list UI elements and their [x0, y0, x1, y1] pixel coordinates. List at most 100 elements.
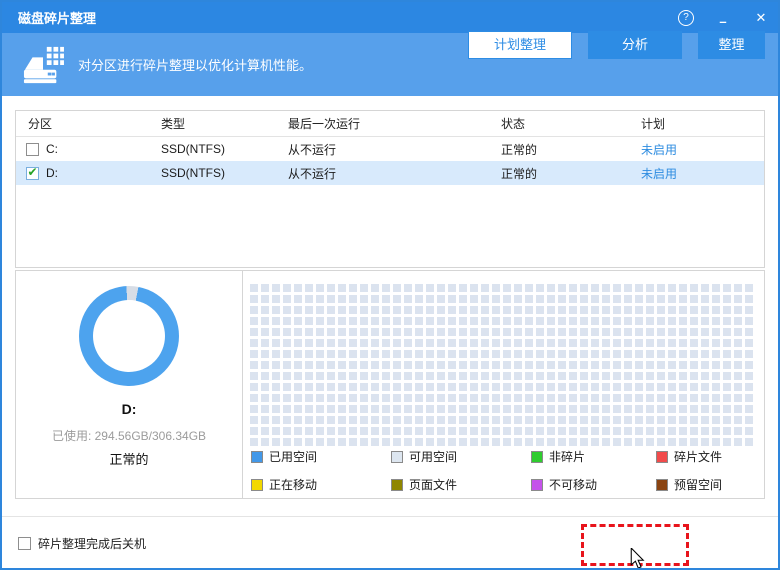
block-cell: [734, 405, 742, 413]
analyze-button[interactable]: 分析: [588, 31, 682, 59]
block-cell: [635, 350, 643, 358]
block-cell: [624, 295, 632, 303]
block-cell: [525, 306, 533, 314]
shutdown-checkbox[interactable]: [18, 537, 31, 550]
block-cell: [624, 284, 632, 292]
shutdown-option[interactable]: 碎片整理完成后关机: [18, 535, 146, 552]
block-cell: [316, 372, 324, 380]
block-cell: [470, 405, 478, 413]
block-cell: [635, 317, 643, 325]
table-row-c[interactable]: C: SSD(NTFS) 从不运行 正常的 未启用: [16, 137, 764, 161]
block-cell: [723, 306, 731, 314]
block-cell: [712, 339, 720, 347]
block-cell: [393, 394, 401, 402]
block-cell: [723, 427, 731, 435]
legend-swatch-moving: [251, 478, 263, 491]
block-cell: [679, 295, 687, 303]
block-cell: [624, 438, 632, 446]
block-cell: [712, 284, 720, 292]
block-cell: [481, 350, 489, 358]
block-cell: [459, 394, 467, 402]
block-cell: [503, 361, 511, 369]
block-cell: [569, 394, 577, 402]
table-header: 分区 类型 最后一次运行 状态 计划: [16, 111, 764, 137]
minimize-icon[interactable]: –: [714, 14, 732, 29]
block-cell: [426, 317, 434, 325]
block-cell: [492, 361, 500, 369]
schedule-value[interactable]: 未启用: [641, 141, 764, 158]
block-cell: [371, 438, 379, 446]
block-cell: [437, 405, 445, 413]
block-cell: [415, 339, 423, 347]
block-cell: [338, 339, 346, 347]
schedule-defrag-button[interactable]: 计划整理: [468, 31, 572, 59]
block-cell: [316, 317, 324, 325]
legend: 已用空间 可用空间 非碎片 碎片文件 正在移动 页面文件 不可移动 预留空间: [251, 448, 756, 493]
block-cell: [701, 394, 709, 402]
block-cell: [734, 284, 742, 292]
block-cell: [679, 328, 687, 336]
block-cell: [701, 383, 709, 391]
block-cell: [745, 394, 753, 402]
block-cell: [668, 416, 676, 424]
block-cell: [580, 317, 588, 325]
block-cell: [514, 328, 522, 336]
block-cell: [404, 405, 412, 413]
block-cell: [415, 361, 423, 369]
schedule-value[interactable]: 未启用: [641, 165, 764, 182]
block-cell: [459, 405, 467, 413]
block-cell: [327, 295, 335, 303]
defrag-button[interactable]: 整理: [698, 31, 765, 59]
block-cell: [393, 284, 401, 292]
block-cell: [338, 284, 346, 292]
block-cell: [569, 295, 577, 303]
block-cell: [382, 383, 390, 391]
block-cell: [481, 339, 489, 347]
block-cell: [360, 328, 368, 336]
block-cell: [338, 416, 346, 424]
block-cell: [569, 405, 577, 413]
block-cell: [481, 317, 489, 325]
block-cell: [558, 438, 566, 446]
block-cell: [723, 284, 731, 292]
block-cell: [250, 383, 258, 391]
block-cell: [283, 295, 291, 303]
block-cell: [371, 284, 379, 292]
block-cell: [404, 306, 412, 314]
table-row-d[interactable]: D: SSD(NTFS) 从不运行 正常的 未启用: [16, 161, 764, 185]
row-c-checkbox[interactable]: [26, 142, 39, 156]
legend-item: 非碎片: [531, 448, 656, 465]
block-cell: [327, 339, 335, 347]
row-d-checkbox[interactable]: [26, 166, 39, 180]
block-cell: [712, 350, 720, 358]
block-cell: [547, 306, 555, 314]
legend-item: 碎片文件: [656, 448, 756, 465]
block-cell: [294, 328, 302, 336]
block-cell: [437, 350, 445, 358]
block-cell: [635, 394, 643, 402]
usage-pane: D: 已使用: 294.56GB/306.34GB 正常的: [16, 271, 243, 498]
block-cell: [514, 372, 522, 380]
block-cell: [459, 317, 467, 325]
block-cell: [272, 328, 280, 336]
block-cell: [349, 405, 357, 413]
block-cell: [591, 405, 599, 413]
block-cell: [712, 295, 720, 303]
block-cell: [470, 339, 478, 347]
block-cell: [646, 394, 654, 402]
block-cell: [283, 383, 291, 391]
block-cell: [558, 350, 566, 358]
block-cell: [690, 306, 698, 314]
block-cell: [305, 284, 313, 292]
block-cell: [305, 405, 313, 413]
block-cell: [459, 372, 467, 380]
close-icon[interactable]: ✕: [752, 10, 770, 26]
block-cell: [668, 328, 676, 336]
block-cell: [459, 350, 467, 358]
legend-item: 正在移动: [251, 476, 391, 493]
block-cell: [558, 328, 566, 336]
block-cell: [415, 317, 423, 325]
help-icon[interactable]: ?: [678, 9, 694, 26]
block-cell: [734, 350, 742, 358]
legend-label: 可用空间: [409, 450, 458, 464]
